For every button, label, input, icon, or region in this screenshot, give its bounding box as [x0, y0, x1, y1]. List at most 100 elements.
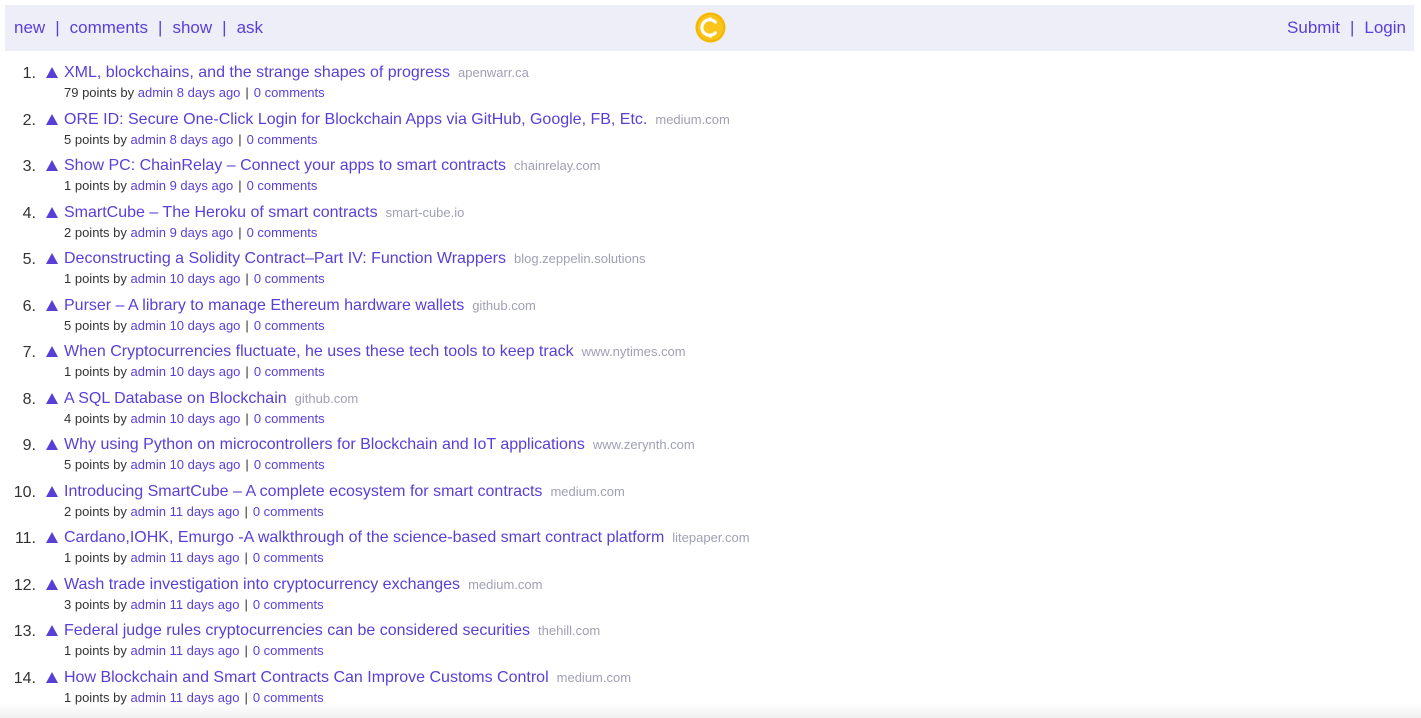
story-domain[interactable]: github.com [295, 391, 359, 406]
story-age-link[interactable]: 9 days ago [170, 225, 234, 240]
story-rank: 9. [22, 437, 36, 454]
upvote-arrow-icon[interactable] [45, 531, 59, 545]
upvote-arrow-icon[interactable] [45, 485, 59, 499]
nav-comments-link[interactable]: comments [70, 18, 148, 38]
story-comments-link[interactable]: 0 comments [247, 132, 318, 147]
story-domain[interactable]: smart-cube.io [386, 205, 465, 220]
story-domain[interactable]: chainrelay.com [514, 158, 600, 173]
story-age-link[interactable]: 8 days ago [170, 132, 234, 147]
story-title-link[interactable]: Wash trade investigation into cryptocurr… [64, 576, 460, 593]
upvote-arrow-icon[interactable] [45, 159, 59, 173]
story-title-link[interactable]: XML, blockchains, and the strange shapes… [64, 64, 450, 81]
story-title-link[interactable]: SmartCube – The Heroku of smart contract… [64, 204, 378, 221]
story-item: 8. A SQL Database on Blockchain github.com… [0, 390, 1421, 437]
story-comments-link[interactable]: 0 comments [253, 597, 324, 612]
upvote-arrow-icon[interactable] [45, 578, 59, 592]
story-author-link[interactable]: admin [131, 132, 166, 147]
story-author-link[interactable]: admin [131, 457, 166, 472]
story-age-link[interactable]: 8 days ago [177, 85, 241, 100]
story-title-link[interactable]: ORE ID: Secure One-Click Login for Block… [64, 111, 647, 128]
story-domain[interactable]: medium.com [557, 670, 631, 685]
story-meta-row: 1 points by admin 10 days ago | 0 comments [64, 271, 325, 286]
story-age-link[interactable]: 9 days ago [170, 178, 234, 193]
story-age-link[interactable]: 11 days ago [170, 643, 240, 658]
upvote-arrow-icon[interactable] [45, 624, 59, 638]
upvote-arrow-icon[interactable] [45, 299, 59, 313]
story-author-link[interactable]: admin [138, 85, 173, 100]
story-title-link[interactable]: Federal judge rules cryptocurrencies can… [64, 622, 530, 639]
upvote-arrow-icon[interactable] [45, 206, 59, 220]
story-age-link[interactable]: 11 days ago [170, 550, 240, 565]
story-age-link[interactable]: 10 days ago [170, 271, 241, 286]
story-domain[interactable]: blog.zeppelin.solutions [514, 251, 646, 266]
upvote-arrow-icon[interactable] [45, 671, 59, 685]
story-title-link[interactable]: Why using Python on microcontrollers for… [64, 436, 585, 453]
story-points: 4 points [64, 410, 110, 426]
story-domain[interactable]: medium.com [655, 112, 729, 127]
story-age-link[interactable]: 11 days ago [170, 597, 240, 612]
nav-ask-link[interactable]: ask [237, 18, 263, 38]
story-author-link[interactable]: admin [131, 411, 166, 426]
nav-new-link[interactable]: new [14, 18, 45, 38]
story-age-link[interactable]: 10 days ago [170, 364, 241, 379]
story-age-link[interactable]: 10 days ago [170, 457, 241, 472]
story-title-link[interactable]: How Blockchain and Smart Contracts Can I… [64, 669, 549, 686]
story-author-link[interactable]: admin [131, 364, 166, 379]
story-comments-link[interactable]: 0 comments [254, 364, 325, 379]
story-comments-link[interactable]: 0 comments [254, 457, 325, 472]
story-comments-link[interactable]: 0 comments [247, 225, 318, 240]
story-author-link[interactable]: admin [131, 504, 166, 519]
story-title-row: Why using Python on microcontrollers for… [64, 436, 695, 454]
story-author-link[interactable]: admin [131, 225, 166, 240]
story-comments-link[interactable]: 0 comments [247, 178, 318, 193]
story-title-link[interactable]: Show PC: ChainRelay – Connect your apps … [64, 157, 506, 174]
story-author-link[interactable]: admin [131, 643, 166, 658]
story-title-link[interactable]: When Cryptocurrencies fluctuate, he uses… [64, 343, 574, 360]
story-age-link[interactable]: 11 days ago [170, 504, 240, 519]
story-domain[interactable]: medium.com [468, 577, 542, 592]
nav-show-link[interactable]: show [172, 18, 212, 38]
upvote-arrow-icon[interactable] [45, 66, 59, 80]
story-age-link[interactable]: 10 days ago [170, 411, 241, 426]
story-title-row: Wash trade investigation into cryptocurr… [64, 576, 542, 594]
story-author-link[interactable]: admin [131, 550, 166, 565]
story-title-link[interactable]: Deconstructing a Solidity Contract–Part … [64, 250, 506, 267]
story-comments-link[interactable]: 0 comments [254, 85, 325, 100]
story-title-link[interactable]: Cardano,IOHK, Emurgo -A walkthrough of t… [64, 529, 664, 546]
story-domain[interactable]: www.zerynth.com [593, 437, 695, 452]
story-domain[interactable]: thehill.com [538, 623, 600, 638]
story-title-link[interactable]: Introducing SmartCube – A complete ecosy… [64, 483, 542, 500]
story-item: 5. Deconstructing a Solidity Contract–Par… [0, 250, 1421, 297]
story-comments-link[interactable]: 0 comments [254, 318, 325, 333]
story-author-link[interactable]: admin [131, 271, 166, 286]
story-author-link[interactable]: admin [131, 178, 166, 193]
story-comments-link[interactable]: 0 comments [253, 643, 324, 658]
story-domain[interactable]: apenwarr.ca [458, 65, 529, 80]
upvote-arrow-icon[interactable] [45, 113, 59, 127]
upvote-arrow-icon[interactable] [45, 345, 59, 359]
story-comments-link[interactable]: 0 comments [254, 271, 325, 286]
story-domain[interactable]: github.com [472, 298, 536, 313]
story-item: 6. Purser – A library to manage Ethereum … [0, 297, 1421, 344]
story-domain[interactable]: www.nytimes.com [582, 344, 686, 359]
story-author-link[interactable]: admin [131, 690, 166, 705]
story-author-link[interactable]: admin [131, 318, 166, 333]
story-author-link[interactable]: admin [131, 597, 166, 612]
story-comments-link[interactable]: 0 comments [253, 550, 324, 565]
story-comments-link[interactable]: 0 comments [254, 411, 325, 426]
story-comments-link[interactable]: 0 comments [253, 504, 324, 519]
coin-logo-icon[interactable] [695, 12, 726, 43]
story-domain[interactable]: litepaper.com [672, 530, 749, 545]
upvote-arrow-icon[interactable] [45, 252, 59, 266]
story-domain[interactable]: medium.com [550, 484, 624, 499]
story-age-link[interactable]: 11 days ago [170, 690, 240, 705]
login-link[interactable]: Login [1364, 18, 1406, 38]
submit-link[interactable]: Submit [1287, 18, 1340, 38]
upvote-arrow-icon[interactable] [45, 438, 59, 452]
upvote-arrow-icon[interactable] [45, 392, 59, 406]
story-title-link[interactable]: A SQL Database on Blockchain [64, 390, 287, 407]
story-points: 5 points [64, 457, 110, 472]
story-title-link[interactable]: Purser – A library to manage Ethereum ha… [64, 297, 464, 314]
story-age-link[interactable]: 10 days ago [170, 318, 241, 333]
story-comments-link[interactable]: 0 comments [253, 690, 324, 705]
